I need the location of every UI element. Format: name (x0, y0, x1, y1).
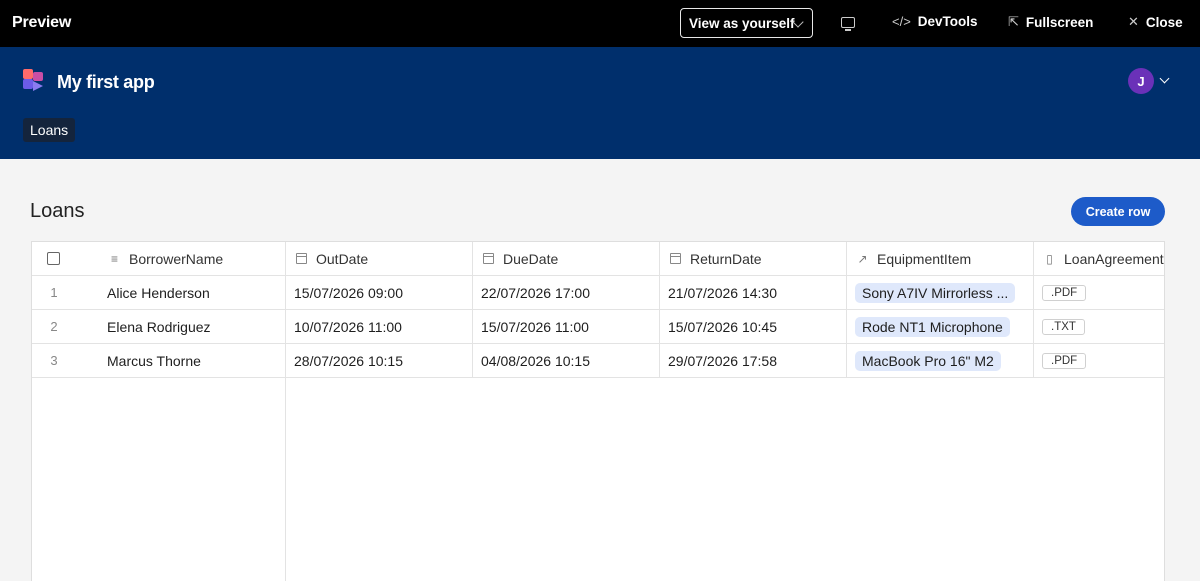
preview-title: Preview (12, 14, 72, 31)
column-label: EquipmentItem (877, 250, 972, 267)
equipment-tag[interactable]: Rode NT1 Microphone (855, 316, 1010, 337)
calendar-icon (482, 253, 495, 264)
view-as-label: View as yourself (689, 15, 795, 31)
column-label: ReturnDate (690, 250, 762, 267)
fullscreen-label: Fullscreen (1025, 14, 1094, 30)
column-header-returndate[interactable]: ReturnDate (669, 242, 845, 275)
column-header-outdate[interactable]: OutDate (295, 242, 471, 275)
borrower-cell[interactable]: Elena Rodriguez (107, 310, 283, 343)
link-icon: ↗ (857, 251, 868, 266)
column-label: LoanAgreement (1064, 250, 1164, 267)
view-as-dropdown[interactable]: View as yourself (680, 8, 813, 38)
returndate-cell[interactable]: 29/07/2026 17:58 (668, 344, 844, 377)
borrower-cell[interactable]: Alice Henderson (107, 276, 283, 309)
column-label: DueDate (503, 250, 559, 267)
external-link-icon: ⇱ (1008, 14, 1019, 29)
app-logo (23, 69, 43, 91)
table-row[interactable]: 2 Elena Rodriguez 10/07/2026 11:00 15/07… (32, 310, 1164, 344)
file-badge[interactable]: .PDF (1042, 284, 1087, 301)
preview-bar: Preview View as yourself </> DevTools ⇱ … (0, 0, 1200, 47)
equipment-tag[interactable]: Sony A7IV Mirrorless ... (855, 282, 1016, 303)
duedate-cell[interactable]: 22/07/2026 17:00 (481, 276, 657, 309)
calendar-icon (295, 253, 308, 264)
loanagreement-cell[interactable]: .PDF (1042, 276, 1162, 309)
app-header (0, 47, 1200, 159)
calendar-icon (669, 253, 682, 264)
file-badge[interactable]: .PDF (1042, 352, 1087, 369)
loans-table: ≡ BorrowerName OutDate DueDate ReturnDat… (31, 241, 1165, 581)
column-label: OutDate (316, 250, 369, 267)
column-header-loanagreement[interactable]: ▯ LoanAgreement (1043, 242, 1164, 275)
duedate-cell[interactable]: 15/07/2026 11:00 (481, 310, 657, 343)
avatar-initial: J (1137, 73, 1145, 89)
nav-item-loans[interactable]: Loans (23, 118, 76, 142)
row-number: 2 (50, 319, 58, 334)
outdate-cell[interactable]: 15/07/2026 09:00 (294, 276, 470, 309)
loanagreement-cell[interactable]: .TXT (1042, 310, 1162, 343)
avatar[interactable]: J (1128, 68, 1154, 94)
close-icon: ✕ (1128, 14, 1139, 29)
column-header-duedate[interactable]: DueDate (482, 242, 658, 275)
table-row[interactable]: 3 Marcus Thorne 28/07/2026 10:15 04/08/2… (32, 344, 1164, 378)
fullscreen-button[interactable]: ⇱ Fullscreen (1008, 14, 1093, 30)
returndate-cell[interactable]: 21/07/2026 14:30 (668, 276, 844, 309)
column-label: BorrowerName (129, 250, 224, 267)
duedate-cell[interactable]: 04/08/2026 10:15 (481, 344, 657, 377)
close-label: Close (1145, 14, 1183, 30)
table-header: ≡ BorrowerName OutDate DueDate ReturnDat… (32, 242, 1164, 276)
file-badge[interactable]: .TXT (1042, 318, 1085, 335)
outdate-cell[interactable]: 28/07/2026 10:15 (294, 344, 470, 377)
borrower-cell[interactable]: Marcus Thorne (107, 344, 283, 377)
loanagreement-cell[interactable]: .PDF (1042, 344, 1162, 377)
column-header-equipmentitem[interactable]: ↗ EquipmentItem (856, 242, 1032, 275)
app-title: My first app (57, 72, 155, 92)
equipment-tag[interactable]: MacBook Pro 16" M2 (855, 350, 1001, 371)
outdate-cell[interactable]: 10/07/2026 11:00 (294, 310, 470, 343)
table-row[interactable]: 1 Alice Henderson 15/07/2026 09:00 22/07… (32, 276, 1164, 310)
equipment-cell[interactable]: Rode NT1 Microphone (855, 310, 1031, 343)
file-icon: ▯ (1046, 251, 1053, 266)
code-icon: </> (892, 14, 911, 29)
equipment-cell[interactable]: MacBook Pro 16" M2 (855, 344, 1031, 377)
text-icon: ≡ (110, 251, 118, 266)
devtools-button[interactable]: </> DevTools (892, 14, 978, 29)
column-header-borrowername[interactable]: ≡ BorrowerName (108, 242, 284, 275)
close-button[interactable]: ✕ Close (1128, 14, 1183, 30)
row-number: 1 (50, 285, 58, 300)
create-row-button[interactable]: Create row (1071, 197, 1165, 226)
page-title: Loans (30, 200, 85, 222)
devtools-label: DevTools (917, 14, 978, 29)
equipment-cell[interactable]: Sony A7IV Mirrorless ... (855, 276, 1031, 309)
returndate-cell[interactable]: 15/07/2026 10:45 (668, 310, 844, 343)
row-number: 3 (50, 353, 58, 368)
select-all-checkbox[interactable] (47, 242, 67, 275)
monitor-icon[interactable] (841, 17, 855, 31)
